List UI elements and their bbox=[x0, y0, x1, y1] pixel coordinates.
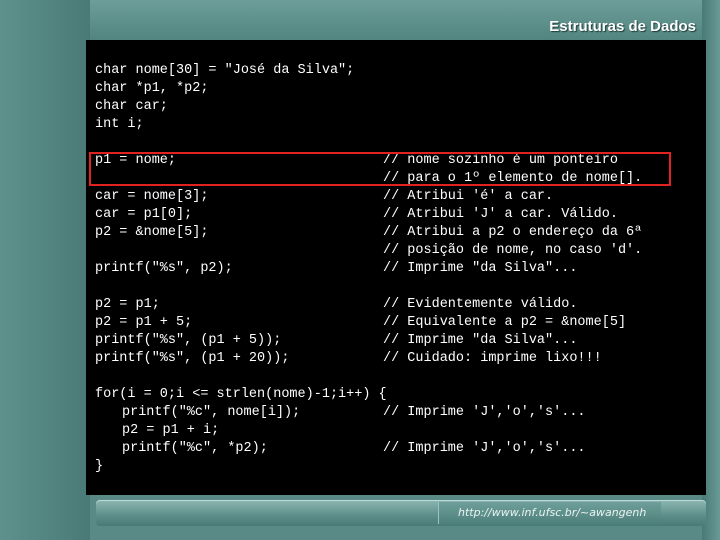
code-text: int i; bbox=[95, 117, 144, 132]
code-listing: char nome[30] = "José da Silva"; char *p… bbox=[0, 0, 720, 540]
code-text: printf("%s", (p1 + 20)); bbox=[95, 351, 290, 366]
code-text: printf("%c", *p2); bbox=[122, 441, 268, 456]
code-line: // posição de nome, no caso 'd'. bbox=[0, 242, 720, 260]
code-comment: // Atribui 'J' a car. Válido. bbox=[383, 207, 618, 222]
code-text: char *p1, *p2; bbox=[95, 81, 209, 96]
code-line: car = p1[0]; // Atribui 'J' a car. Válido… bbox=[0, 206, 720, 224]
code-comment: // Atribui a p2 o endereço da 6ª bbox=[383, 225, 643, 240]
footer-url[interactable]: http://www.inf.ufsc.br/~awangenh bbox=[458, 506, 646, 519]
code-text: p2 = p1 + i; bbox=[122, 423, 220, 438]
code-text: char car; bbox=[95, 99, 168, 114]
code-line: p2 = p1 + 5; // Equivalente a p2 = &nome[… bbox=[0, 314, 720, 332]
code-line: printf("%s", (p1 + 20)); // Cuidado: impr… bbox=[0, 350, 720, 368]
code-text: for(i = 0;i <= strlen(nome)-1;i++) { bbox=[95, 387, 387, 402]
code-line: printf("%s", p2); // Imprime "da Silva"..… bbox=[0, 260, 720, 278]
code-line: printf("%c", *p2); // Imprime 'J','o','s'… bbox=[0, 440, 720, 458]
code-text: printf("%s", p2); bbox=[95, 261, 233, 276]
code-line: printf("%s", (p1 + 5)); // Imprime "da Si… bbox=[0, 332, 720, 350]
code-line: for(i = 0;i <= strlen(nome)-1;i++) { bbox=[0, 386, 720, 404]
code-line: printf("%c", nome[i]); // Imprime 'J','o'… bbox=[0, 404, 720, 422]
code-text: p2 = p1 + 5; bbox=[95, 315, 193, 330]
code-line: int i; bbox=[0, 116, 720, 134]
code-text: char nome[30] = "José da Silva"; bbox=[95, 63, 355, 78]
code-line: p2 = &nome[5]; // Atribui a p2 o endereço… bbox=[0, 224, 720, 242]
code-text: printf("%s", (p1 + 5)); bbox=[95, 333, 282, 348]
code-comment: // Cuidado: imprime lixo!!! bbox=[383, 351, 602, 366]
code-line: p2 = p1 + i; bbox=[0, 422, 720, 440]
code-line: char *p1, *p2; bbox=[0, 80, 720, 98]
code-comment: // Imprime 'J','o','s'... bbox=[383, 405, 586, 420]
code-text: car = nome[3]; bbox=[95, 189, 209, 204]
code-comment: // Imprime "da Silva"... bbox=[383, 261, 578, 276]
code-text: p2 = p1; bbox=[95, 297, 160, 312]
code-line: car = nome[3]; // Atribui 'é' a car. bbox=[0, 188, 720, 206]
code-text: } bbox=[95, 459, 104, 474]
code-comment: // Imprime "da Silva"... bbox=[383, 333, 578, 348]
code-text: printf("%c", nome[i]); bbox=[122, 405, 301, 420]
code-comment: // posição de nome, no caso 'd'. bbox=[383, 243, 643, 258]
code-comment: // Evidentemente válido. bbox=[383, 297, 578, 312]
code-text: car = p1[0]; bbox=[95, 207, 193, 222]
code-line: char car; bbox=[0, 98, 720, 116]
code-comment: // Atribui 'é' a car. bbox=[383, 189, 554, 204]
highlight-box bbox=[89, 152, 671, 186]
code-text: p2 = &nome[5]; bbox=[95, 225, 209, 240]
code-line: p2 = p1; // Evidentemente válido. bbox=[0, 296, 720, 314]
code-line: } bbox=[0, 458, 720, 476]
code-line: char nome[30] = "José da Silva"; bbox=[0, 62, 720, 80]
code-comment: // Equivalente a p2 = &nome[5] bbox=[383, 315, 627, 330]
code-comment: // Imprime 'J','o','s'... bbox=[383, 441, 586, 456]
